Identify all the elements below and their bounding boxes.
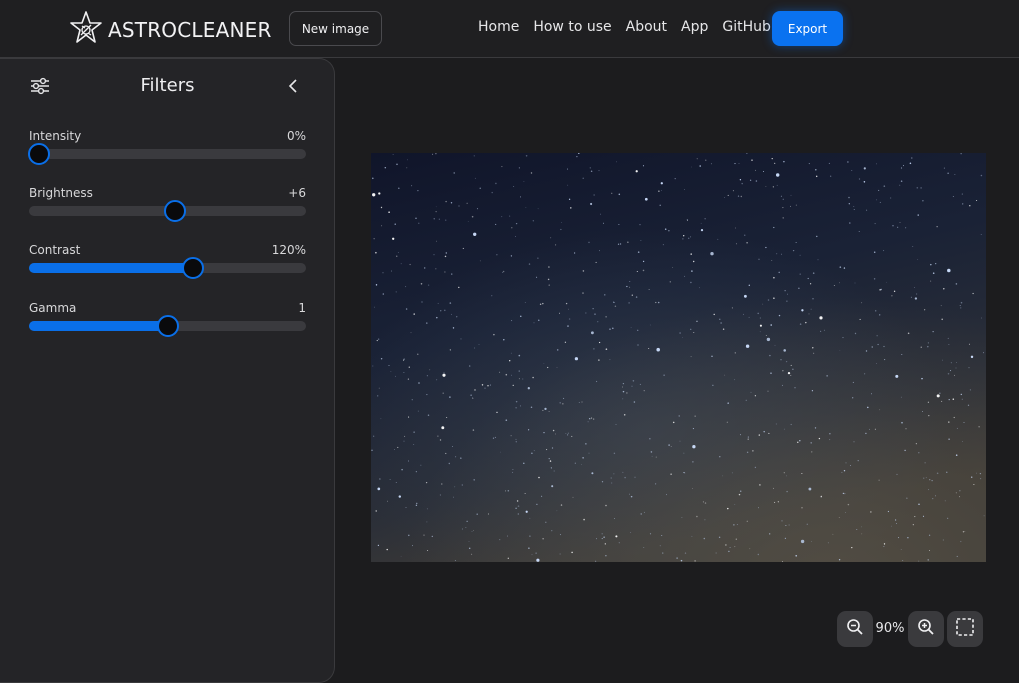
filter-value: 1 [298, 301, 306, 315]
nav-github[interactable]: GitHub [722, 19, 771, 35]
slider-thumb[interactable] [182, 257, 205, 279]
new-image-button[interactable]: New image [289, 11, 382, 46]
filter-value: 120% [271, 243, 306, 257]
slider-thumb[interactable] [28, 143, 50, 165]
slider-fill [29, 263, 194, 273]
filters-panel-header: Filters [0, 59, 334, 113]
filter-brightness: Brightness +6 [29, 186, 306, 226]
slider-track[interactable] [29, 149, 306, 159]
astro-image-canvas[interactable] [371, 153, 986, 562]
night-sky-image [371, 153, 986, 562]
slider-fill [29, 321, 168, 331]
filter-intensity: Intensity 0% [28, 129, 306, 169]
panel-title: Filters [140, 75, 195, 96]
filter-label: Brightness [29, 186, 93, 200]
nav-how-to-use[interactable]: How to use [533, 19, 611, 35]
brand-name: ASTROCLEANER [108, 18, 272, 42]
filter-gamma: Gamma 1 [29, 301, 306, 341]
zoom-level: 90% [875, 621, 905, 636]
filter-value: +6 [288, 186, 306, 200]
main-nav: Home How to use About App GitHub [478, 19, 785, 35]
fullscreen-button[interactable] [947, 611, 983, 647]
slider-track[interactable] [29, 263, 306, 273]
export-button[interactable]: Export [772, 11, 843, 46]
zoom-in-icon [917, 618, 935, 640]
nav-about[interactable]: About [626, 19, 667, 35]
slider-thumb[interactable] [156, 315, 179, 337]
top-navbar: ASTROCLEANER New image Home How to use A… [0, 0, 1019, 58]
filter-value: 0% [286, 129, 306, 143]
filters-panel: Filters Intensity 0% Brightness +6 Contr… [0, 58, 335, 683]
nav-home[interactable]: Home [478, 19, 519, 35]
slider-thumb[interactable] [164, 200, 187, 222]
zoom-out-button[interactable] [837, 611, 873, 647]
zoom-out-icon [846, 618, 864, 640]
filter-contrast: Contrast 120% [29, 243, 306, 283]
brand-logo[interactable]: ASTROCLEANER [70, 11, 272, 49]
filter-label: Gamma [29, 301, 77, 315]
filter-label: Intensity [29, 129, 82, 143]
zoom-in-button[interactable] [908, 611, 944, 647]
nav-app[interactable]: App [681, 19, 708, 35]
filter-label: Contrast [29, 243, 81, 257]
chevron-left-icon[interactable] [287, 78, 299, 94]
star-logo-icon [70, 11, 102, 49]
fullscreen-icon [955, 617, 975, 641]
